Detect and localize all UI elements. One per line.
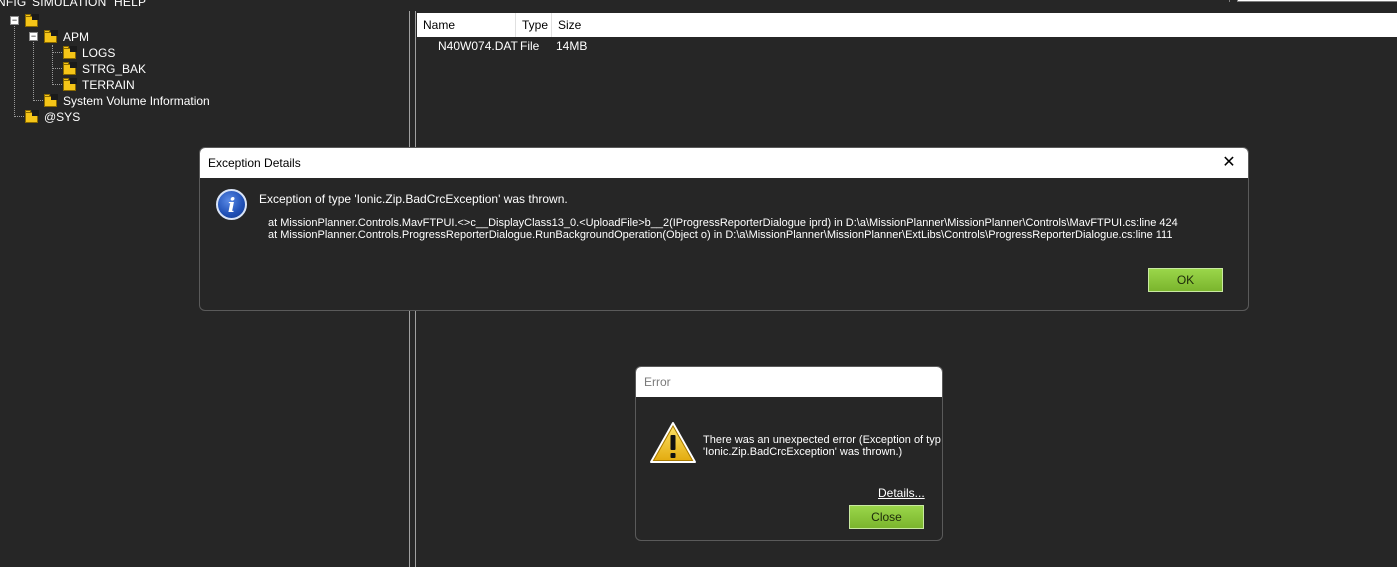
stack-trace: at MissionPlanner.Controls.MavFTPUI.<>c_… (268, 217, 1178, 241)
tree-item-label: @SYS (44, 110, 81, 124)
tree-item-system-volume-information[interactable]: System Volume Information (43, 93, 210, 109)
tree-item-label: LOGS (82, 46, 116, 60)
file-type: File (520, 39, 540, 53)
folder-icon (43, 30, 59, 44)
menu-simulation[interactable]: SIMULATION (32, 0, 106, 9)
folder-icon (62, 62, 78, 76)
dialog-title: Error (644, 375, 671, 389)
menubar-separator (1229, 0, 1235, 2)
tree-item-apm[interactable]: APM (43, 29, 89, 45)
folder-icon (62, 46, 78, 60)
tree-collapse-root[interactable]: − (10, 16, 19, 25)
exception-details-dialog: Exception Details ✕ i Exception of type … (199, 147, 1249, 311)
column-header-type[interactable]: Type (516, 13, 552, 37)
tree-connector (14, 21, 15, 117)
column-header-size[interactable]: Size (552, 13, 612, 37)
file-size: 14MB (556, 39, 588, 53)
tree-item-logs[interactable]: LOGS (62, 45, 115, 61)
tree-item-label: TERRAIN (82, 78, 135, 92)
tree-item-strg-bak[interactable]: STRG_BAK (62, 61, 146, 77)
tree-connector (33, 37, 34, 101)
tree-item-label: STRG_BAK (82, 62, 147, 76)
menu-help[interactable]: HELP (114, 0, 146, 9)
tree-connector (52, 45, 53, 85)
tree-item-root[interactable] (24, 13, 44, 29)
dialog-titlebar: Exception Details (200, 148, 1248, 178)
stack-trace-line: at MissionPlanner.Controls.ProgressRepor… (268, 229, 1173, 241)
column-header-name[interactable]: Name (417, 13, 516, 37)
file-name: N40W074.DAT (438, 39, 518, 53)
warning-icon (650, 422, 696, 463)
dialog-titlebar: Error (636, 367, 942, 397)
menu-bar: NFIG SIMULATION HELP (0, 0, 1397, 10)
tree-collapse-apm[interactable]: − (29, 32, 38, 41)
folder-icon (43, 94, 59, 108)
stack-trace-line: at MissionPlanner.Controls.MavFTPUI.<>c_… (268, 217, 1178, 229)
menu-config[interactable]: NFIG (0, 0, 26, 9)
folder-icon (24, 110, 40, 124)
error-dialog: Error There was an unexpected error (Exc… (635, 366, 943, 541)
tree-item-label: APM (63, 30, 90, 44)
details-link[interactable]: Details... (878, 486, 925, 500)
menubar-input[interactable] (1237, 0, 1397, 2)
info-icon: i (216, 189, 247, 220)
error-message-line: There was an unexpected error (Exception… (703, 434, 941, 446)
tree-item-label: System Volume Information (63, 94, 210, 108)
close-icon[interactable]: ✕ (1220, 154, 1238, 172)
dialog-title: Exception Details (208, 156, 301, 170)
close-button[interactable]: Close (849, 505, 924, 529)
folder-icon (62, 78, 78, 92)
folder-icon (24, 14, 40, 28)
exception-message: Exception of type 'Ionic.Zip.BadCrcExcep… (259, 192, 568, 206)
tree-item-terrain[interactable]: TERRAIN (62, 77, 135, 93)
tree-item-sys[interactable]: @SYS (24, 109, 80, 125)
ok-button[interactable]: OK (1148, 268, 1223, 292)
file-list-header: Name Type Size (417, 13, 1397, 37)
error-message-line: 'Ionic.Zip.BadCrcException' was thrown.) (703, 446, 903, 458)
error-message: There was an unexpected error (Exception… (703, 434, 941, 458)
